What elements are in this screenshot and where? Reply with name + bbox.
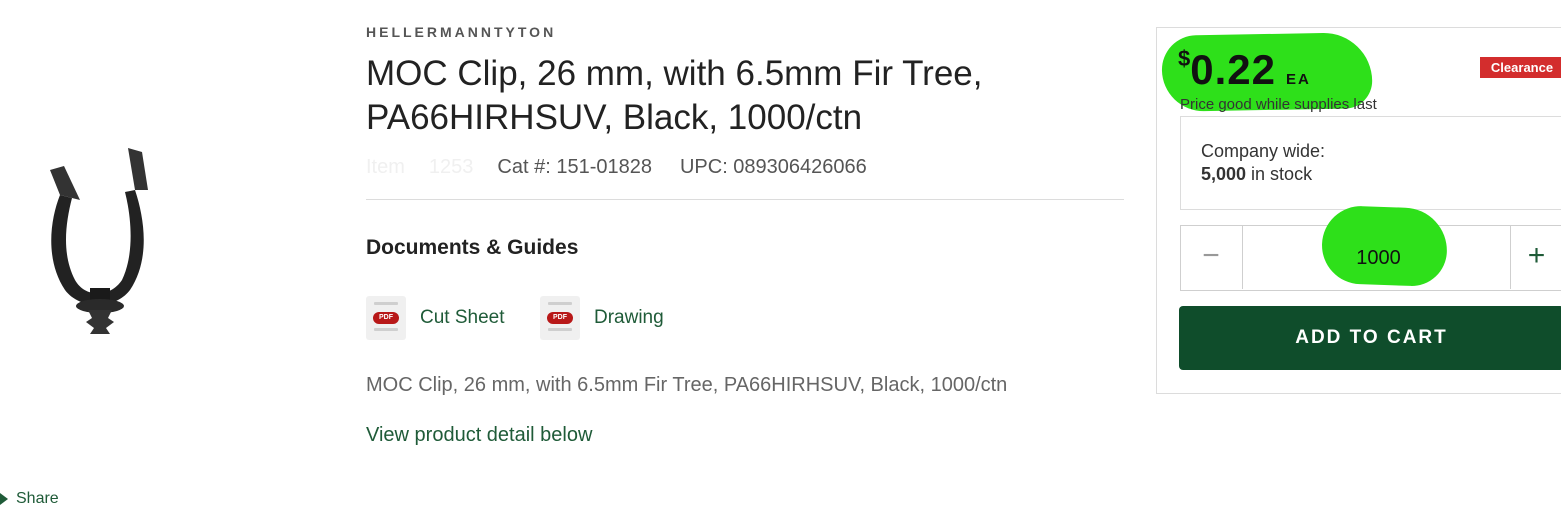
cat-number: Cat #: 151-01828 [497,156,652,178]
document-cut-sheet[interactable]: PDF Cut Sheet [366,296,505,340]
quantity-divider [1510,225,1511,289]
product-description: MOC Clip, 26 mm, with 6.5mm Fir Tree, PA… [366,374,1008,396]
quantity-decrease-button[interactable]: − [1180,225,1243,289]
document-drawing[interactable]: PDF Drawing [540,296,664,340]
documents-heading: Documents & Guides [366,236,579,259]
stock-suffix: in stock [1246,164,1313,184]
item-label-faded: Item [366,156,405,178]
product-image [50,148,148,334]
quantity-input[interactable] [1243,240,1514,276]
product-codes: Item 1253 Cat #: 151-01828 UPC: 08930642606… [366,156,867,179]
product-title: MOC Clip, 26 mm, with 6.5mm Fir Tree, PA… [366,54,983,137]
brand-name: HELLERMANNTYTON [366,24,557,40]
share-icon [0,492,8,505]
price-unit: EA [1286,71,1311,88]
price: $0.22 EA [1178,46,1311,94]
divider [366,199,1124,200]
clearance-badge: Clearance [1480,57,1561,78]
quantity-increase-button[interactable]: + [1512,225,1561,289]
stock-panel [1180,116,1561,210]
pdf-icon: PDF [540,296,580,340]
stock-status: 5,000 in stock [1201,164,1312,185]
document-link[interactable]: Cut Sheet [420,307,505,329]
document-link[interactable]: Drawing [594,307,664,329]
plus-icon: + [1527,239,1546,272]
share-label: Share [16,490,59,507]
pdf-icon: PDF [366,296,406,340]
view-detail-link[interactable]: View product detail below [366,424,592,447]
stock-location-label: Company wide: [1201,141,1326,161]
price-value: 0.22 [1190,46,1276,93]
add-to-cart-button[interactable]: ADD TO CART [1179,306,1561,370]
share-button[interactable]: Share [0,490,59,508]
currency-symbol: $ [1178,46,1191,71]
item-number-faded: 1253 [428,156,474,178]
price-note: Price good while supplies last [1180,96,1377,113]
stock-count: 5,000 [1201,164,1247,184]
minus-icon: − [1202,239,1220,272]
upc-number: UPC: 089306426066 [679,156,867,178]
